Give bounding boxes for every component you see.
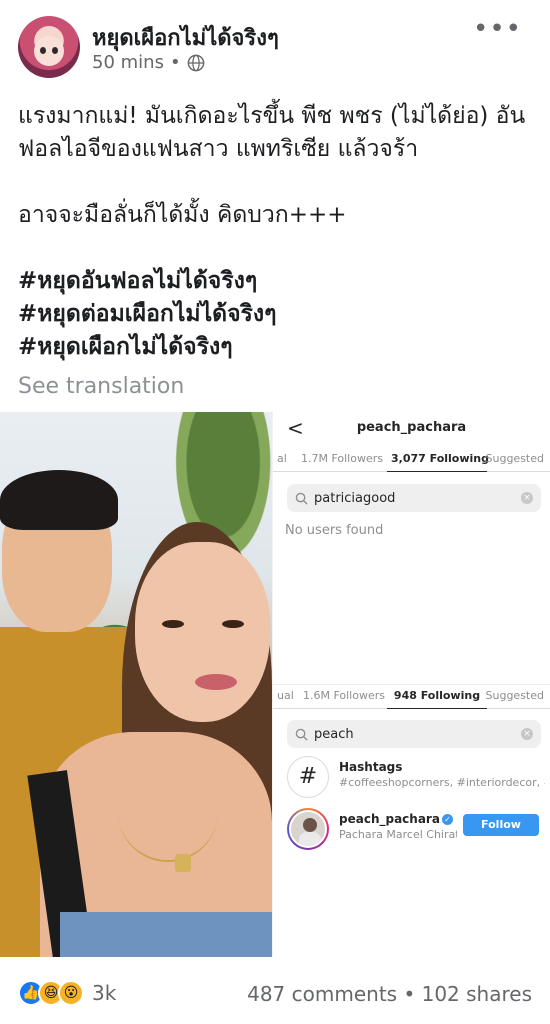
hashtag-icon: # <box>287 756 329 798</box>
man-hair <box>0 470 118 530</box>
ig-tabs: al 1.7M Followers 3,077 Following Sugges… <box>273 448 550 472</box>
globe-icon <box>187 54 204 71</box>
blue-top <box>60 912 272 957</box>
result-title: Hashtags <box>339 760 403 774</box>
search-value: patriciagood <box>314 490 396 506</box>
comments-count[interactable]: 487 comments <box>247 982 397 1006</box>
post-footer: 👍 😆 😮 3k 487 comments • 102 shares <box>0 970 550 1024</box>
engagement-stats: 487 comments • 102 shares <box>247 982 532 1006</box>
post-header: หยุดเผือกไม่ได้จริงๆ 50 mins • ••• <box>0 0 550 90</box>
result-subtitle: #coffeeshopcorners, #interiordecor, #int… <box>339 776 545 789</box>
see-translation-link[interactable]: See translation <box>18 374 184 399</box>
no-result-text: No users found <box>285 523 384 538</box>
post-time[interactable]: 50 mins <box>92 52 164 73</box>
verified-badge-icon: ✓ <box>441 814 453 825</box>
lock-pendant <box>175 854 191 872</box>
hashtag-link[interactable]: #หยุดเผือกไม่ได้จริงๆ <box>18 331 538 364</box>
search-result-user[interactable]: peach_pachara ✓ Pachara Marcel Chirat... … <box>287 808 545 852</box>
post-image[interactable]: < peach_pachara al 1.7M Followers 3,077 … <box>0 412 550 957</box>
post-meta: 50 mins • <box>92 52 205 73</box>
tab-followers[interactable]: 1.7M Followers <box>293 448 391 471</box>
tab-following[interactable]: 3,077 Following <box>387 448 489 472</box>
hashtag-link[interactable]: #หยุดต่อมเผือกไม่ได้จริงๆ <box>18 298 538 331</box>
clear-icon[interactable]: × <box>521 728 533 740</box>
ig-following-panel-2: ual 1.6M Followers 948 Following Suggest… <box>273 685 550 957</box>
result-username: peach_pachara <box>339 812 440 826</box>
post-line: ฟอลไอจีของแฟนสาว แพทริเซีย แล้วจร้า <box>18 136 419 162</box>
instagram-screenshots: < peach_pachara al 1.7M Followers 3,077 … <box>273 412 550 957</box>
search-icon <box>295 728 308 741</box>
reaction-count[interactable]: 3k <box>92 981 116 1005</box>
ig-tabs: ual 1.6M Followers 948 Following Suggest… <box>273 685 550 709</box>
selfie-photo <box>0 412 272 957</box>
result-subtitle: Pachara Marcel Chirat... <box>339 828 457 841</box>
tab-following[interactable]: 948 Following <box>387 685 487 709</box>
woman-eye <box>222 620 244 628</box>
tab-followers[interactable]: 1.6M Followers <box>297 685 391 708</box>
reactions-summary[interactable]: 👍 😆 😮 3k <box>18 980 116 1006</box>
page-avatar[interactable] <box>18 16 80 78</box>
avatar-face <box>34 36 64 66</box>
post-text: แรงมากแม่! มันเกิดอะไรขึ้น พีช พชร (ไม่ไ… <box>18 100 538 364</box>
post-line: อาจจะมือลั่นก็ได้มั้ง คิดบวก+++ <box>18 202 347 228</box>
tab-suggested[interactable]: Suggested <box>483 448 550 471</box>
search-value: peach <box>314 726 354 742</box>
clear-icon[interactable]: × <box>521 492 533 504</box>
necklace <box>118 762 218 862</box>
hashtag-link[interactable]: #หยุดอันฟอลไม่ได้จริงๆ <box>18 265 538 298</box>
more-options-icon[interactable]: ••• <box>473 14 522 44</box>
woman-lips <box>195 674 237 690</box>
result-title: peach_pachara ✓ <box>339 812 453 826</box>
wow-icon: 😮 <box>58 980 84 1006</box>
tab-suggested[interactable]: Suggested <box>483 685 550 708</box>
woman-eye <box>162 620 184 628</box>
post-line: แรงมากแม่! มันเกิดอะไรขึ้น พีช พชร (ไม่ไ… <box>18 103 526 129</box>
user-avatar[interactable] <box>287 808 329 850</box>
avatar-eye <box>40 47 46 54</box>
search-input[interactable]: patriciagood × <box>287 484 541 512</box>
avatar-eye <box>52 47 58 54</box>
tab-mutual[interactable]: ual <box>273 685 297 708</box>
tab-mutual[interactable]: al <box>273 448 293 471</box>
search-result-hashtags[interactable]: # Hashtags #coffeeshopcorners, #interior… <box>287 756 545 800</box>
search-input[interactable]: peach × <box>287 720 541 748</box>
page-name[interactable]: หยุดเผือกไม่ได้จริงๆ <box>92 20 279 55</box>
follow-button[interactable]: Follow <box>463 814 539 836</box>
shares-count[interactable]: 102 shares <box>422 982 532 1006</box>
stats-separator: • <box>403 982 416 1006</box>
ig-username: peach_pachara <box>356 420 467 435</box>
ig-following-panel-1: < peach_pachara al 1.7M Followers 3,077 … <box>273 412 550 684</box>
search-icon <box>295 492 308 505</box>
woman-face <box>135 542 270 722</box>
meta-separator: • <box>169 52 181 73</box>
